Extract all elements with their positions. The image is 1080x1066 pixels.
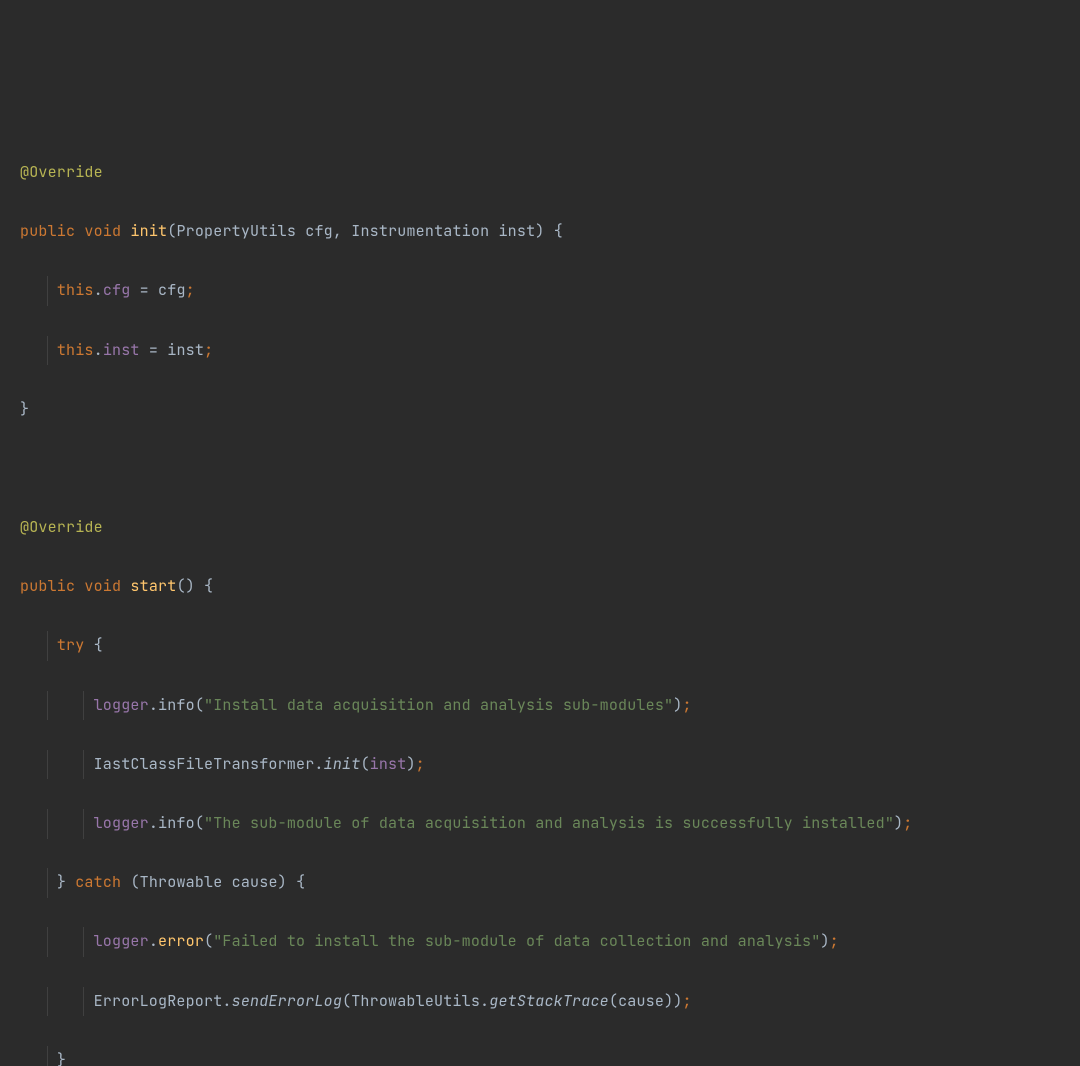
lbrace: { (204, 576, 213, 596)
rparen: ) (535, 221, 544, 241)
lparen: ( (360, 754, 369, 774)
code-line: logger.info("The sub-module of data acqu… (20, 809, 1080, 839)
dot: . (149, 695, 158, 715)
method-start: start (130, 576, 176, 596)
param-cfg: cfg (305, 221, 333, 241)
lparen: ( (195, 813, 204, 833)
keyword-catch: catch (75, 872, 121, 892)
type-throwable: Throwable (140, 872, 223, 892)
lparen: ( (130, 872, 139, 892)
code-line: } (20, 1046, 1080, 1066)
dot: . (480, 991, 489, 1011)
semicolon: ; (682, 991, 691, 1011)
lparen: ( (176, 576, 185, 596)
keyword-void: void (84, 576, 121, 596)
ident-inst: inst (167, 340, 204, 360)
rbrace: } (57, 1050, 66, 1066)
param-inst: inst (498, 221, 535, 241)
semicolon: ; (682, 695, 691, 715)
annotation: @Override (20, 162, 103, 182)
static-method-getstacktrace: getStackTrace (489, 991, 609, 1011)
code-line: this.cfg = cfg; (20, 276, 1080, 306)
keyword-public: public (20, 221, 75, 241)
rbrace: } (57, 872, 66, 892)
code-line: this.inst = inst; (20, 336, 1080, 366)
lparen: ( (195, 695, 204, 715)
type-iastclassfiletransformer: IastClassFileTransformer (94, 754, 315, 774)
dot: . (314, 754, 323, 774)
keyword-this: this (57, 340, 94, 360)
keyword-public: public (20, 576, 75, 596)
semicolon: ; (204, 340, 213, 360)
rparen: ) (820, 931, 829, 951)
dot: . (149, 813, 158, 833)
code-line: public void start() { (20, 572, 1080, 602)
type-propertyutils: PropertyUtils (176, 221, 296, 241)
semicolon: ; (416, 754, 425, 774)
comma: , (333, 221, 342, 241)
field-logger: logger (94, 695, 149, 715)
string-install: "Install data acquisition and analysis s… (204, 695, 673, 715)
code-line (20, 454, 1080, 484)
method-info: info (158, 695, 195, 715)
keyword-this: this (57, 280, 94, 300)
eq: = (140, 340, 168, 360)
rbrace: } (20, 399, 29, 419)
code-line: } (20, 395, 1080, 425)
rparen: ) (673, 695, 682, 715)
code-line: @Override (20, 513, 1080, 543)
rparen: ) (673, 991, 682, 1011)
rparen: ) (406, 754, 415, 774)
method-error: error (158, 931, 204, 951)
lparen: ( (342, 991, 351, 1011)
field-logger: logger (94, 813, 149, 833)
type-instrumentation: Instrumentation (351, 221, 489, 241)
rparen: ) (894, 813, 903, 833)
ident-cause: cause (618, 991, 664, 1011)
semicolon: ; (186, 280, 195, 300)
lparen: ( (609, 991, 618, 1011)
rparen: ) (664, 991, 673, 1011)
static-method-senderrorlog: sendErrorLog (232, 991, 342, 1011)
field-cfg: cfg (103, 280, 131, 300)
field-inst: inst (103, 340, 140, 360)
code-line: ErrorLogReport.sendErrorLog(ThrowableUti… (20, 987, 1080, 1017)
lbrace: { (296, 872, 305, 892)
string-success: "The sub-module of data acquisition and … (204, 813, 894, 833)
type-errorlogreport: ErrorLogReport (94, 991, 223, 1011)
eq: = (130, 280, 158, 300)
string-fail: "Failed to install the sub-module of dat… (213, 931, 820, 951)
code-line: try { (20, 631, 1080, 661)
method-info: info (158, 813, 195, 833)
lparen: ( (204, 931, 213, 951)
rparen: ) (186, 576, 195, 596)
type-throwableutils: ThrowableUtils (351, 991, 480, 1011)
method-init: init (130, 221, 167, 241)
semicolon: ; (830, 931, 839, 951)
param-cause: cause (232, 872, 278, 892)
semicolon: ; (903, 813, 912, 833)
lbrace: { (554, 221, 563, 241)
code-editor[interactable]: @Override public void init(PropertyUtils… (20, 128, 1080, 1066)
dot: . (94, 340, 103, 360)
keyword-void: void (84, 221, 121, 241)
code-line: logger.info("Install data acquisition an… (20, 691, 1080, 721)
dot: . (222, 991, 231, 1011)
code-line: } catch (Throwable cause) { (20, 868, 1080, 898)
code-line: public void init(PropertyUtils cfg, Inst… (20, 217, 1080, 247)
keyword-try: try (57, 635, 85, 655)
ident-cfg: cfg (158, 280, 186, 300)
rparen: ) (278, 872, 287, 892)
field-inst: inst (370, 754, 407, 774)
dot: . (94, 280, 103, 300)
static-method-init: init (324, 754, 361, 774)
annotation: @Override (20, 517, 103, 537)
field-logger: logger (94, 931, 149, 951)
code-line: IastClassFileTransformer.init(inst); (20, 750, 1080, 780)
lbrace: { (94, 635, 103, 655)
dot: . (149, 931, 158, 951)
code-line: logger.error("Failed to install the sub-… (20, 927, 1080, 957)
code-line: @Override (20, 158, 1080, 188)
